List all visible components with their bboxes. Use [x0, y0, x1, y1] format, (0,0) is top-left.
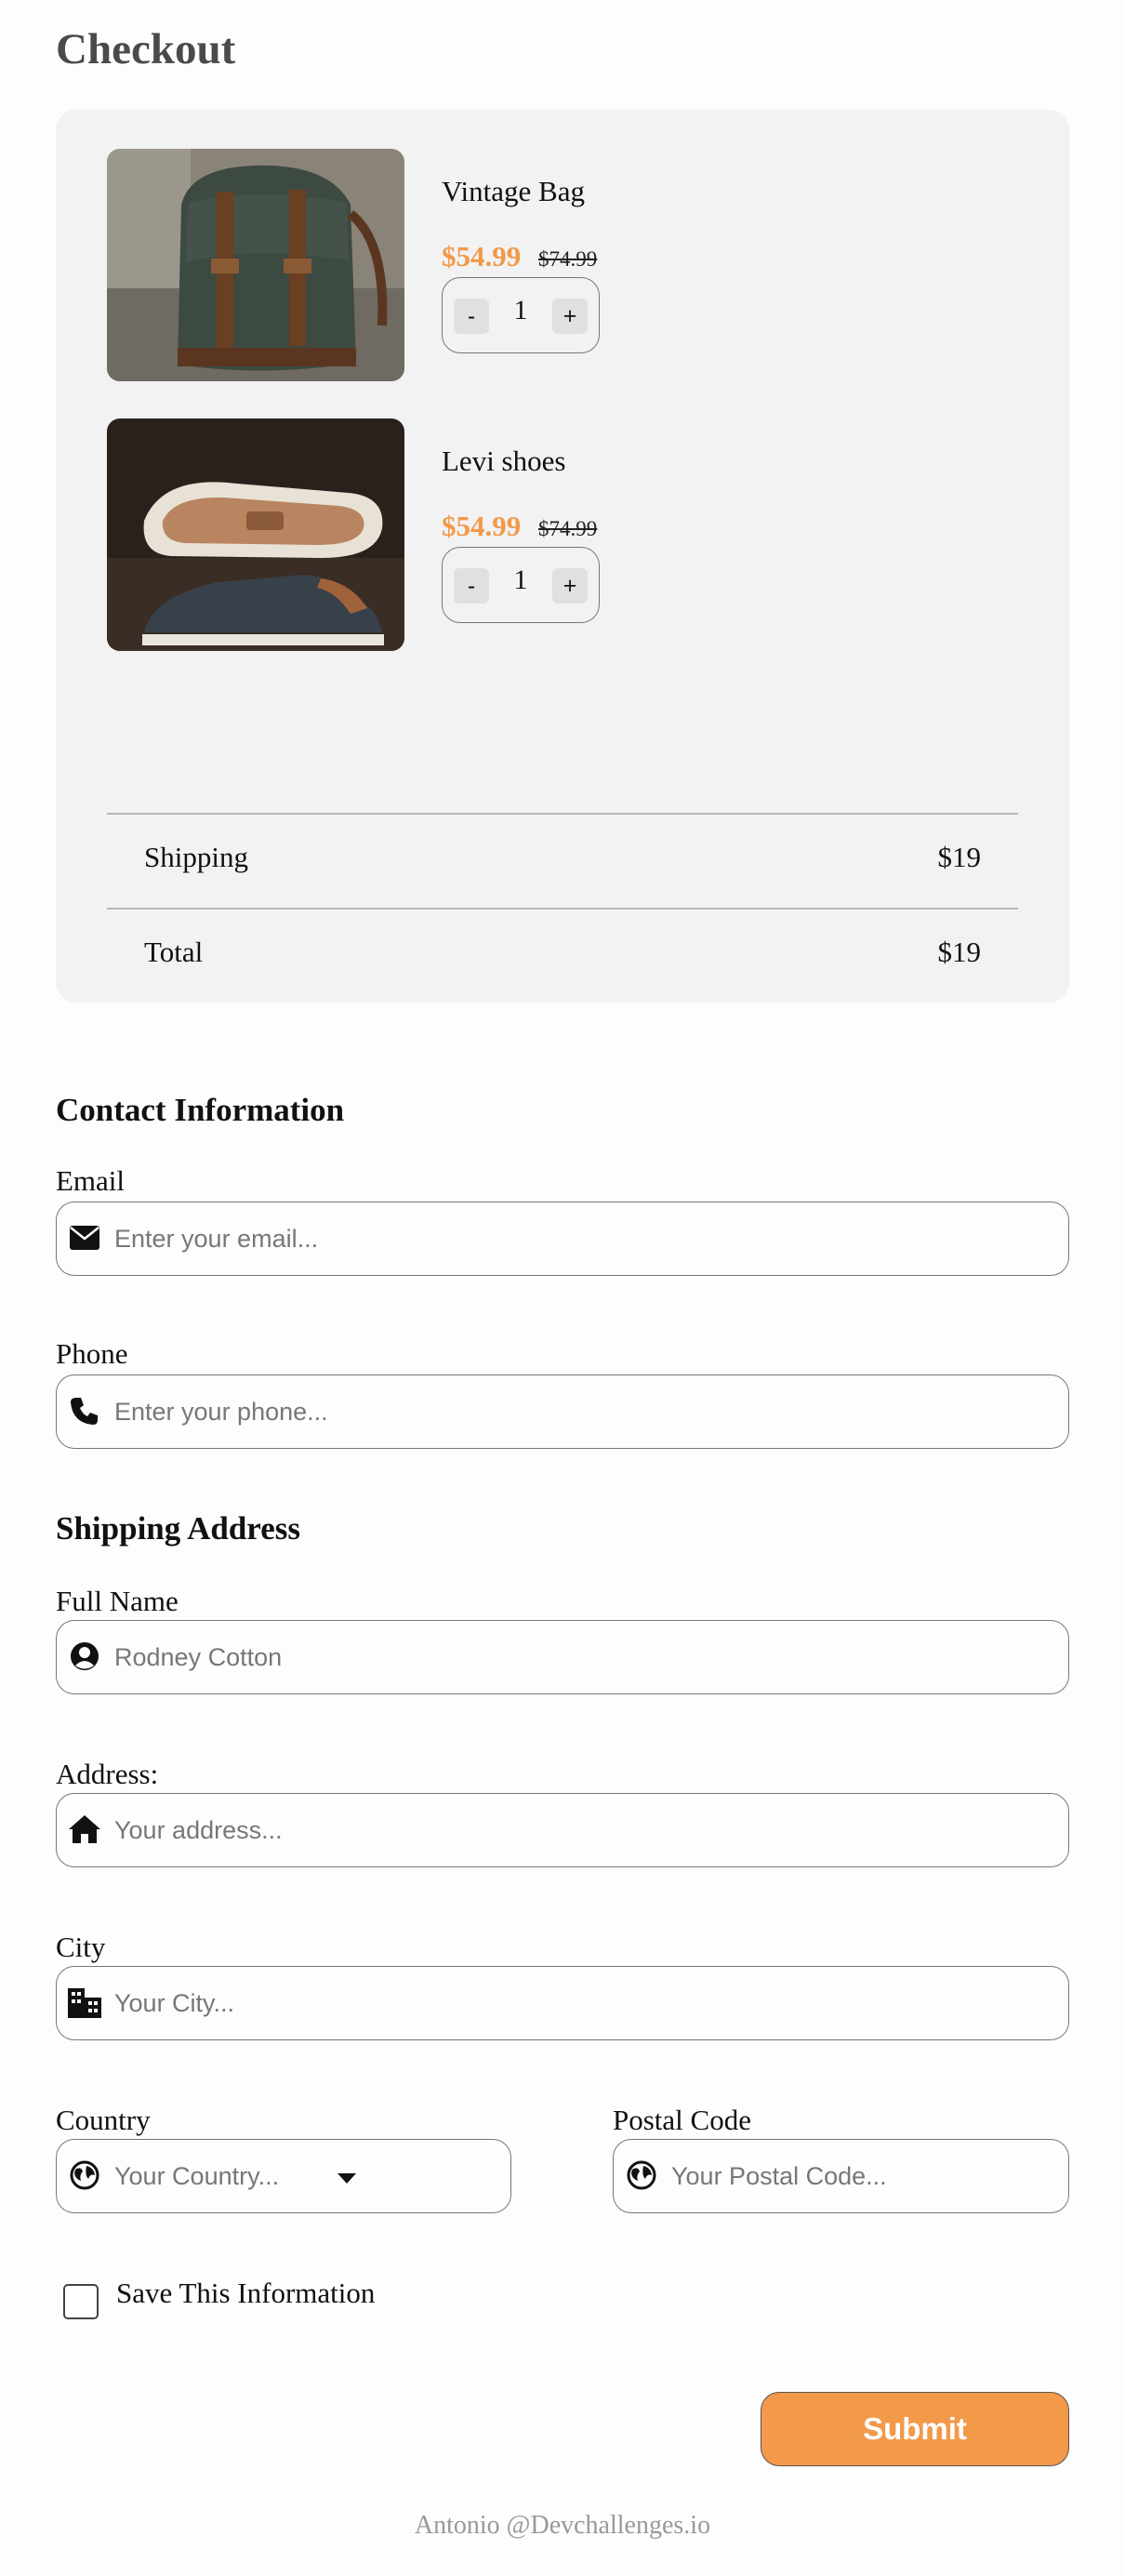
- home-icon: [66, 1811, 103, 1848]
- vintage-bag-image: [107, 149, 404, 381]
- globe-icon: [623, 2157, 660, 2194]
- address-input[interactable]: [114, 1794, 1050, 1866]
- quantity-stepper: - 1 +: [442, 277, 600, 353]
- postal-code-input[interactable]: [671, 2140, 1050, 2212]
- shipping-row: Shipping $19: [144, 841, 981, 874]
- phone-icon: [66, 1392, 103, 1429]
- submit-button[interactable]: Submit: [761, 2392, 1069, 2466]
- cart-item: Levi shoes $54.99 $74.99 - 1 +: [107, 418, 999, 651]
- globe-icon: [66, 2157, 103, 2194]
- levi-shoes-image: [107, 418, 404, 651]
- chevron-down-icon[interactable]: [338, 2173, 356, 2184]
- increase-quantity-button[interactable]: +: [552, 568, 588, 604]
- shipping-label: Shipping: [144, 841, 248, 873]
- cart-summary: Vintage Bag $54.99 $74.99 - 1 + Levi sho…: [56, 110, 1069, 1003]
- city-label: City: [56, 1931, 106, 1963]
- city-input[interactable]: [114, 1967, 1050, 2039]
- user-circle-icon: [66, 1638, 103, 1675]
- total-label: Total: [144, 936, 204, 968]
- country-select[interactable]: [56, 2139, 511, 2213]
- save-info-checkbox[interactable]: [63, 2284, 99, 2319]
- total-value: $19: [937, 936, 982, 968]
- item-old-price: $74.99: [538, 247, 598, 271]
- total-row: Total $19: [144, 936, 981, 969]
- cart-item: Vintage Bag $54.99 $74.99 - 1 +: [107, 149, 999, 381]
- shipping-value: $19: [937, 841, 982, 873]
- shipping-heading: Shipping Address: [56, 1510, 300, 1547]
- email-field: [56, 1202, 1069, 1276]
- postal-code-label: Postal Code: [613, 2104, 751, 2136]
- city-field: [56, 1966, 1069, 2040]
- footer-credit: Antonio @Devchallenges.io: [414, 2511, 711, 2540]
- full-name-field: [56, 1620, 1069, 1694]
- save-info-label[interactable]: Save This Information: [116, 2277, 375, 2310]
- phone-field: [56, 1374, 1069, 1449]
- increase-quantity-button[interactable]: +: [552, 299, 588, 334]
- contact-heading: Contact Information: [56, 1092, 345, 1128]
- page-title: Checkout: [56, 25, 236, 73]
- country-label: Country: [56, 2104, 151, 2136]
- item-old-price: $74.99: [538, 517, 598, 540]
- item-name: Levi shoes: [442, 445, 566, 477]
- email-label: Email: [56, 1164, 126, 1197]
- address-label: Address:: [56, 1758, 159, 1790]
- divider: [107, 813, 1018, 815]
- postal-code-field: [613, 2139, 1069, 2213]
- address-field: [56, 1793, 1069, 1867]
- phone-input[interactable]: [114, 1375, 1050, 1448]
- country-input[interactable]: [114, 2140, 445, 2212]
- full-name-input[interactable]: [114, 1621, 1050, 1693]
- full-name-label: Full Name: [56, 1585, 179, 1617]
- item-name: Vintage Bag: [442, 175, 585, 207]
- envelope-icon: [66, 1219, 103, 1256]
- email-input[interactable]: [114, 1202, 1050, 1275]
- item-price: $54.99: [442, 240, 522, 272]
- item-price: $54.99: [442, 510, 522, 542]
- quantity-stepper: - 1 +: [442, 547, 600, 623]
- phone-label: Phone: [56, 1337, 128, 1370]
- divider: [107, 908, 1018, 910]
- city-icon: [66, 1984, 103, 2021]
